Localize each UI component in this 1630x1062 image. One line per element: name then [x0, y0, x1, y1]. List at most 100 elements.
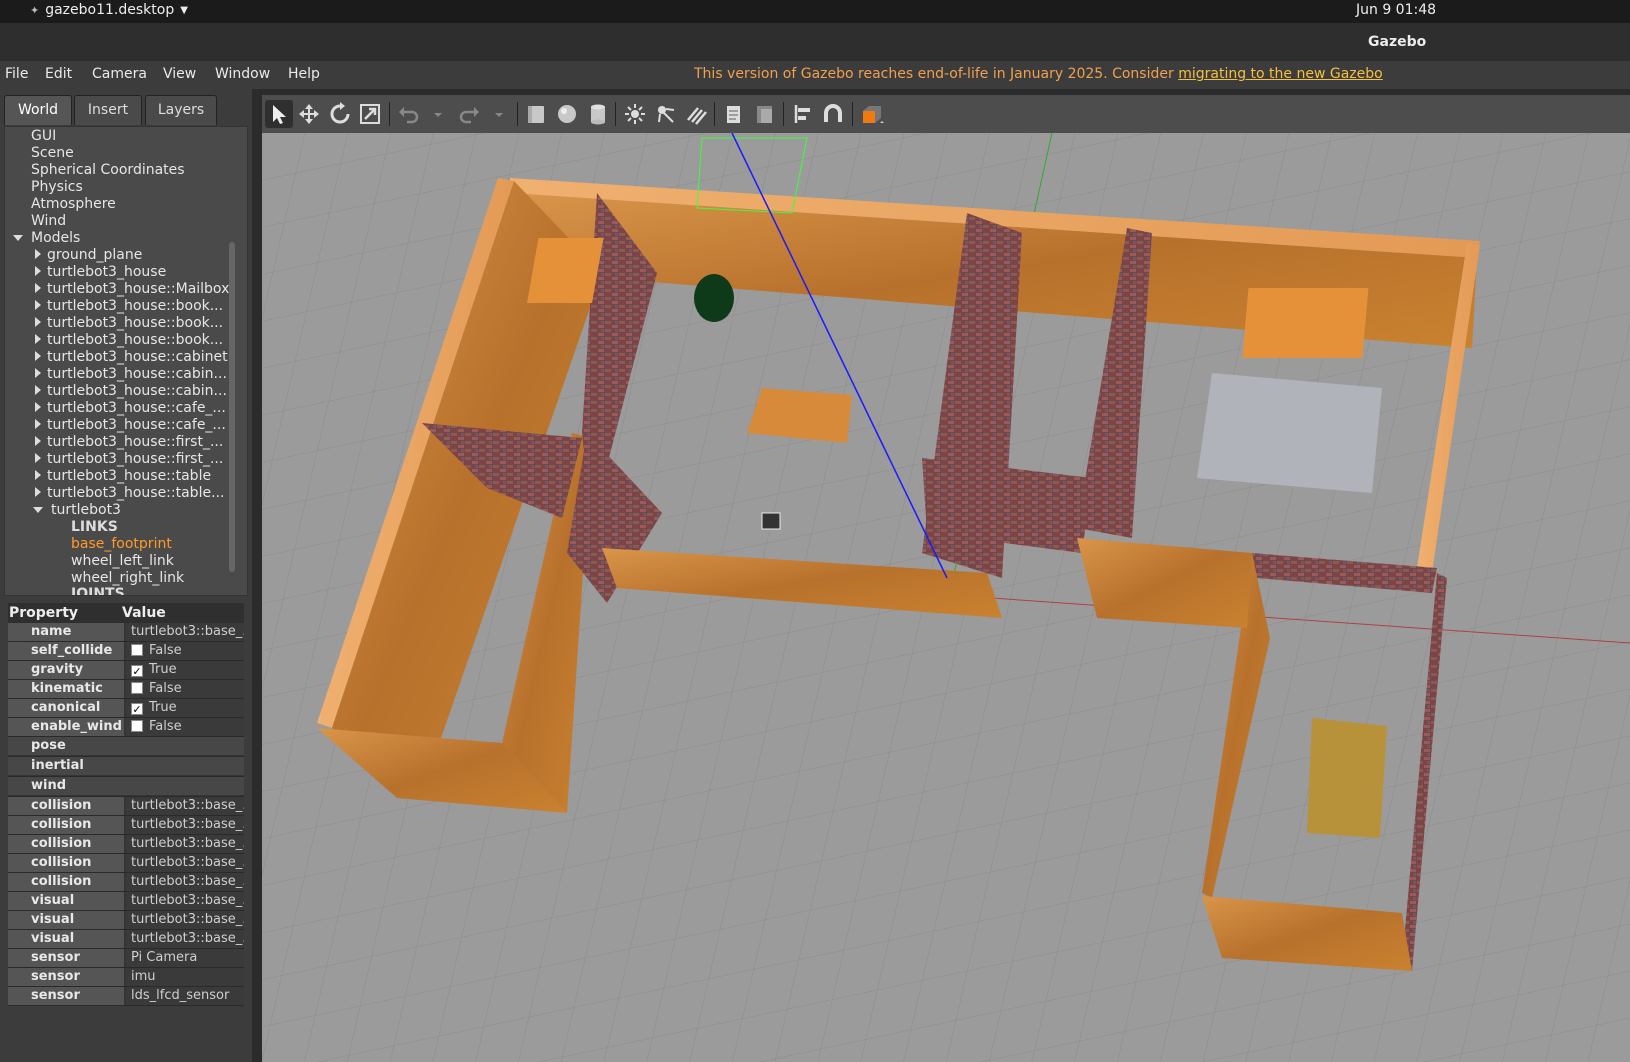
collapse-arrow-icon[interactable]	[35, 487, 41, 497]
tree-item-model[interactable]: turtlebot3_house::cabinet	[35, 349, 228, 366]
property-value[interactable]: ✓ True	[126, 699, 244, 717]
property-value[interactable]: turtlebot3::base_...	[126, 911, 244, 929]
collapse-arrow-icon[interactable]	[35, 402, 41, 412]
collapse-arrow-icon[interactable]	[35, 385, 41, 395]
property-value[interactable]: imu	[126, 968, 244, 986]
property-value[interactable]: ✓ True	[126, 661, 244, 679]
expand-arrow-icon[interactable]	[33, 507, 43, 513]
property-row-sensor[interactable]: sensor imu	[8, 968, 244, 987]
collapse-arrow-icon[interactable]	[35, 300, 41, 310]
scene-viewport[interactable]	[262, 133, 1630, 1062]
property-row-collision[interactable]: collision turtlebot3::base_...	[8, 873, 244, 892]
scale-icon[interactable]	[356, 100, 384, 128]
tree-item-spherical-coordinates[interactable]: Spherical Coordinates	[31, 162, 185, 179]
menu-edit[interactable]: Edit	[45, 66, 72, 82]
checkbox[interactable]	[131, 682, 143, 694]
tree-item-model[interactable]: turtlebot3_house::Mailbox	[35, 281, 229, 298]
collapse-arrow-icon[interactable]	[35, 334, 41, 344]
property-row-sensor[interactable]: sensor Pi Camera	[8, 949, 244, 968]
property-value[interactable]: turtlebot3::base_...	[126, 816, 244, 834]
tab-insert[interactable]: Insert	[74, 95, 142, 125]
undo-history-icon[interactable]	[424, 100, 442, 128]
property-row-collision[interactable]: collision turtlebot3::base_...	[8, 816, 244, 835]
collapse-arrow-icon[interactable]	[35, 317, 41, 327]
property-value[interactable]: False	[126, 718, 244, 736]
rotate-icon[interactable]	[326, 100, 354, 128]
translate-icon[interactable]	[295, 100, 323, 128]
tree-item-model[interactable]: turtlebot3_house::book...	[35, 332, 223, 349]
migration-link[interactable]: migrating to the new Gazebo	[1178, 66, 1383, 82]
property-row-visual[interactable]: visual turtlebot3::base_...	[8, 911, 244, 930]
tree-item-model[interactable]: turtlebot3_house::first_...	[35, 451, 223, 468]
property-value[interactable]: False	[126, 680, 244, 698]
property-row-kinematic[interactable]: kinematic False	[8, 680, 244, 699]
tree-item-atmosphere[interactable]: Atmosphere	[31, 196, 116, 213]
property-row-collision[interactable]: collision turtlebot3::base_...	[8, 835, 244, 854]
cylinder-icon[interactable]	[584, 100, 612, 128]
collapse-arrow-icon[interactable]	[35, 351, 41, 361]
system-clock[interactable]: Jun 9 01:48	[1356, 2, 1436, 18]
menu-camera[interactable]: Camera	[92, 66, 147, 82]
property-row-name[interactable]: name turtlebot3::base_...	[8, 623, 244, 642]
property-row-enable_wind[interactable]: enable_wind False	[8, 718, 244, 737]
tree-item-model[interactable]: turtlebot3_house::book...	[35, 315, 223, 332]
app-menu[interactable]: ✦ gazebo11.desktop ▼	[30, 2, 188, 18]
tree-item-model[interactable]: turtlebot3_house::cafe_...	[35, 417, 226, 434]
property-value[interactable]: False	[126, 642, 244, 660]
menu-window[interactable]: Window	[215, 66, 270, 82]
property-value[interactable]: lds_lfcd_sensor	[126, 987, 244, 1005]
menu-file[interactable]: File	[5, 66, 28, 82]
property-value[interactable]: turtlebot3::base_...	[126, 892, 244, 910]
tab-layers[interactable]: Layers	[145, 95, 217, 125]
property-value[interactable]: turtlebot3::base_...	[126, 854, 244, 872]
point-light-icon[interactable]	[621, 100, 649, 128]
menu-view[interactable]: View	[163, 66, 196, 82]
property-value[interactable]: turtlebot3::base_...	[126, 873, 244, 891]
tree-item-models[interactable]: Models	[13, 230, 80, 247]
tree-item-model[interactable]: turtlebot3_house::cafe_...	[35, 400, 226, 417]
turtlebot3-robot[interactable]	[761, 512, 781, 530]
view-angle-icon[interactable]	[858, 100, 886, 128]
property-row-collision[interactable]: collision turtlebot3::base_...	[8, 797, 244, 816]
checkbox[interactable]: ✓	[131, 665, 143, 677]
property-row-self_collide[interactable]: self_collide False	[8, 642, 244, 661]
tree-item-gui[interactable]: GUI	[31, 128, 56, 145]
property-value[interactable]: turtlebot3::base_...	[126, 797, 244, 815]
property-group-pose[interactable]: pose	[8, 737, 244, 757]
collapse-arrow-icon[interactable]	[35, 283, 41, 293]
tree-item-model[interactable]: turtlebot3_house	[35, 264, 166, 281]
scene-render[interactable]	[262, 133, 1630, 1062]
collapse-arrow-icon[interactable]	[35, 436, 41, 446]
redo-history-icon[interactable]	[485, 100, 503, 128]
tree-item-model[interactable]: turtlebot3_house::cabin...	[35, 366, 227, 383]
property-row-gravity[interactable]: gravity ✓ True	[8, 661, 244, 680]
tree-scrollbar[interactable]	[229, 242, 235, 572]
spot-light-icon[interactable]	[651, 100, 679, 128]
undo-icon[interactable]	[395, 100, 423, 128]
collapse-arrow-icon[interactable]	[35, 249, 41, 259]
redo-icon[interactable]	[455, 100, 483, 128]
property-row-sensor[interactable]: sensor lds_lfcd_sensor	[8, 987, 244, 1006]
tree-item-model[interactable]: turtlebot3_house::book...	[35, 298, 223, 315]
checkbox[interactable]: ✓	[131, 703, 143, 715]
collapse-arrow-icon[interactable]	[35, 368, 41, 378]
tab-world[interactable]: World	[4, 95, 72, 125]
tree-item-link[interactable]: wheel_right_link	[71, 570, 184, 587]
tree-item-model[interactable]: turtlebot3_house::table...	[35, 485, 224, 502]
property-row-visual[interactable]: visual turtlebot3::base_...	[8, 892, 244, 911]
tree-item-wind[interactable]: Wind	[31, 213, 66, 230]
box-icon[interactable]	[522, 100, 550, 128]
property-value[interactable]: turtlebot3::base_...	[126, 835, 244, 853]
checkbox[interactable]	[131, 720, 143, 732]
tree-item-model[interactable]: ground_plane	[35, 247, 142, 264]
property-group-inertial[interactable]: inertial	[8, 757, 244, 777]
snap-icon[interactable]	[819, 100, 847, 128]
expand-arrow-icon[interactable]	[13, 235, 23, 241]
property-row-canonical[interactable]: canonical ✓ True	[8, 699, 244, 718]
property-group-wind[interactable]: wind	[8, 777, 244, 797]
copy-icon[interactable]	[720, 100, 748, 128]
tree-item-model[interactable]: turtlebot3_house::cabin...	[35, 383, 227, 400]
checkbox[interactable]	[131, 644, 143, 656]
property-value[interactable]: Pi Camera	[126, 949, 244, 967]
tree-item-link-selected[interactable]: base_footprint	[71, 536, 172, 553]
